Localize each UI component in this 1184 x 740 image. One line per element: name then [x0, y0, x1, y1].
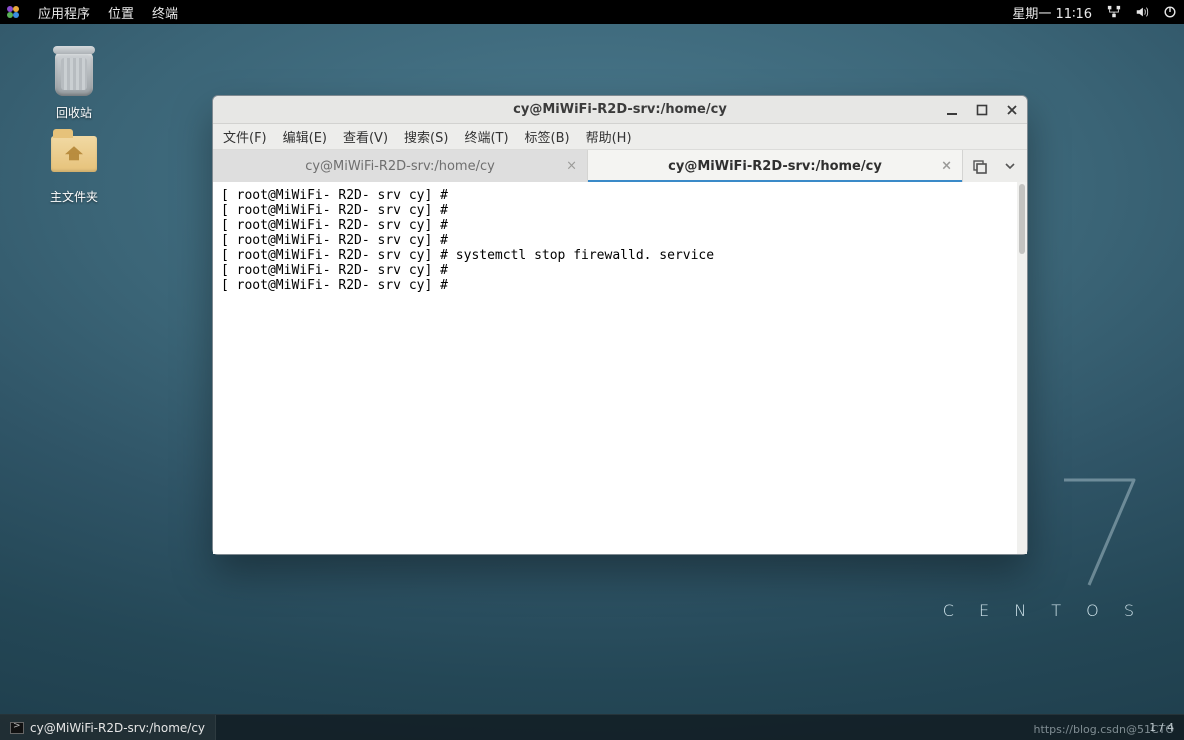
- terminal-menubar: 文件(F) 编辑(E) 查看(V) 搜索(S) 终端(T) 标签(B) 帮助(H…: [213, 124, 1027, 150]
- bottom-taskbar: cy@MiWiFi-R2D-srv:/home/cy 1 / 4: [0, 714, 1184, 740]
- tab-tools: [963, 150, 1027, 182]
- minimize-button[interactable]: [943, 101, 961, 119]
- window-titlebar[interactable]: cy@MiWiFi-R2D-srv:/home/cy: [213, 96, 1027, 124]
- taskbar-terminal-icon: [10, 722, 24, 734]
- power-icon[interactable]: [1162, 4, 1178, 20]
- centos-seven-icon: [1054, 470, 1144, 590]
- places-menu[interactable]: 位置: [106, 3, 136, 22]
- network-icon[interactable]: [1106, 4, 1122, 20]
- menu-edit[interactable]: 编辑(E): [283, 127, 327, 146]
- menu-view[interactable]: 查看(V): [343, 127, 388, 146]
- tab1-close-icon[interactable]: ×: [566, 159, 577, 174]
- terminal-menu[interactable]: 终端: [150, 3, 180, 22]
- window-title: cy@MiWiFi-R2D-srv:/home/cy: [513, 102, 727, 117]
- new-tab-button[interactable]: [969, 155, 991, 177]
- distro-logo-icon: [6, 5, 20, 19]
- tab2-label: cy@MiWiFi-R2D-srv:/home/cy: [668, 159, 882, 174]
- clock[interactable]: 星期一 11∶16: [1010, 3, 1094, 22]
- trash-label: 回收站: [34, 104, 114, 121]
- maximize-button[interactable]: [973, 101, 991, 119]
- menu-help[interactable]: 帮助(H): [586, 127, 632, 146]
- menu-search[interactable]: 搜索(S): [404, 127, 448, 146]
- volume-icon[interactable]: [1134, 4, 1150, 20]
- taskbar-pager[interactable]: 1 / 4: [1139, 721, 1184, 734]
- menu-file[interactable]: 文件(F): [223, 127, 267, 146]
- panel-left: 应用程序 位置 终端: [6, 3, 180, 22]
- terminal-content: [ root@MiWiFi- R2D- srv cy] # [ root@MiW…: [213, 182, 1017, 554]
- menu-terminal[interactable]: 终端(T): [464, 127, 508, 146]
- home-desktop-icon[interactable]: 主文件夹: [34, 130, 114, 205]
- terminal-tab-2[interactable]: cy@MiWiFi-R2D-srv:/home/cy ×: [588, 150, 963, 182]
- terminal-scrollbar[interactable]: [1017, 182, 1027, 554]
- folder-icon: [50, 136, 98, 184]
- terminal-tabbar: cy@MiWiFi-R2D-srv:/home/cy × cy@MiWiFi-R…: [213, 150, 1027, 182]
- tab-menu-dropdown[interactable]: [999, 155, 1021, 177]
- trash-icon: [50, 52, 98, 100]
- panel-right: 星期一 11∶16: [1010, 3, 1178, 22]
- menu-tabs[interactable]: 标签(B): [525, 127, 570, 146]
- terminal-body[interactable]: [ root@MiWiFi- R2D- srv cy] # [ root@MiW…: [213, 182, 1027, 554]
- close-button[interactable]: [1003, 101, 1021, 119]
- top-panel: 应用程序 位置 终端 星期一 11∶16: [0, 0, 1184, 24]
- window-controls: [943, 96, 1021, 123]
- taskbar-terminal-button[interactable]: cy@MiWiFi-R2D-srv:/home/cy: [0, 715, 216, 740]
- tab2-close-icon[interactable]: ×: [941, 159, 952, 174]
- terminal-window: cy@MiWiFi-R2D-srv:/home/cy 文件(F) 编辑(E) 查…: [212, 95, 1028, 555]
- home-label: 主文件夹: [34, 188, 114, 205]
- tab1-label: cy@MiWiFi-R2D-srv:/home/cy: [305, 159, 495, 174]
- taskbar-terminal-label: cy@MiWiFi-R2D-srv:/home/cy: [30, 721, 205, 735]
- scrollbar-thumb[interactable]: [1019, 184, 1025, 254]
- trash-desktop-icon[interactable]: 回收站: [34, 52, 114, 121]
- centos-brand-text: C E N T O S: [943, 601, 1144, 620]
- terminal-tab-1[interactable]: cy@MiWiFi-R2D-srv:/home/cy ×: [213, 150, 588, 182]
- pager-text: 1 / 4: [1149, 721, 1174, 734]
- applications-menu[interactable]: 应用程序: [36, 3, 92, 22]
